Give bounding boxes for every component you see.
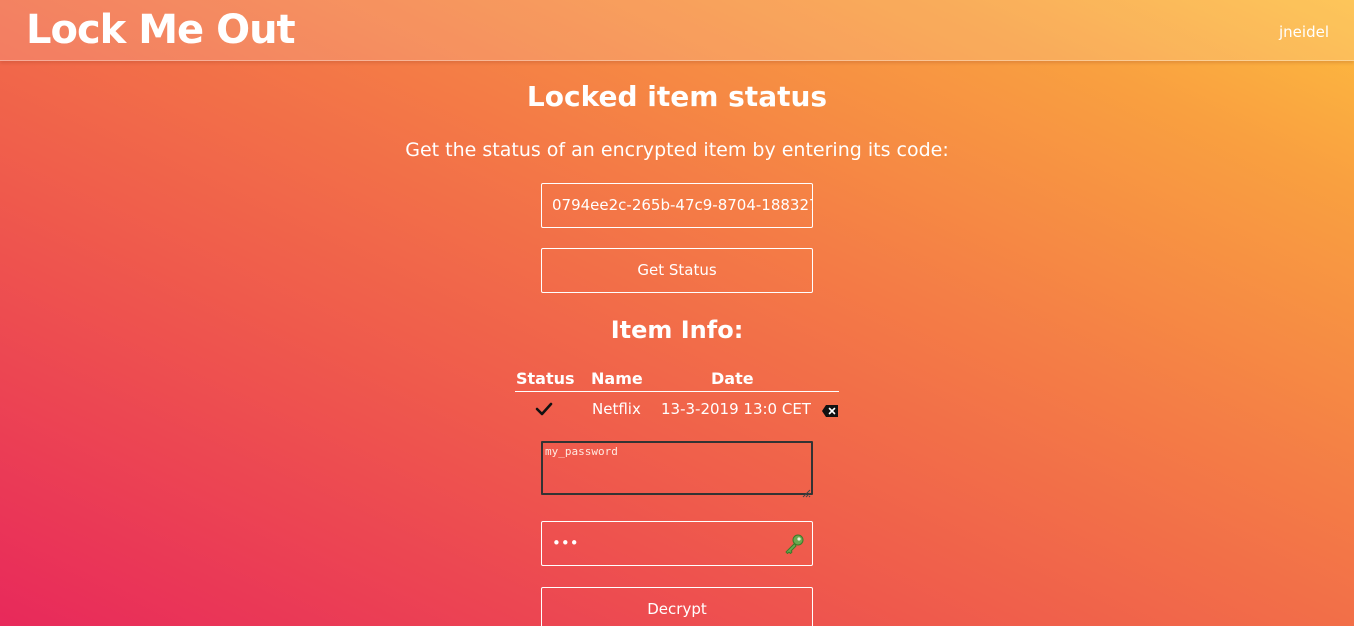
key-field: ••• xyxy=(541,521,813,566)
item-code-input[interactable]: 0794ee2c-265b-47c9-8704-188327 xyxy=(541,183,813,228)
item-name: Netflix xyxy=(592,400,641,418)
username-link[interactable]: jneidel xyxy=(1279,21,1329,43)
column-header-date: Date xyxy=(711,369,754,388)
key-icon[interactable] xyxy=(782,532,806,556)
get-status-button[interactable]: Get Status xyxy=(541,248,813,293)
column-header-name: Name xyxy=(591,369,643,388)
resize-grip-icon[interactable] xyxy=(801,483,811,498)
page-title: Locked item status xyxy=(526,80,828,113)
delete-icon[interactable] xyxy=(821,400,839,417)
brand-logo[interactable]: Lock Me Out xyxy=(26,4,296,56)
item-date: 13-3-2019 13:0 CET xyxy=(661,400,811,418)
password-textarea[interactable] xyxy=(541,441,813,495)
item-info-title: Item Info: xyxy=(610,316,744,344)
navbar: Lock Me Out jneidel xyxy=(0,0,1354,61)
page-subtitle: Get the status of an encrypted item by e… xyxy=(405,139,949,161)
column-header-status: Status xyxy=(516,369,575,388)
checkmark-icon xyxy=(534,396,554,422)
decrypt-button[interactable]: Decrypt xyxy=(541,587,813,626)
table-row: Netflix 13-3-2019 13:0 CET xyxy=(515,396,839,422)
key-input[interactable]: ••• xyxy=(542,522,777,565)
table-header: Status Name Date xyxy=(515,368,839,392)
